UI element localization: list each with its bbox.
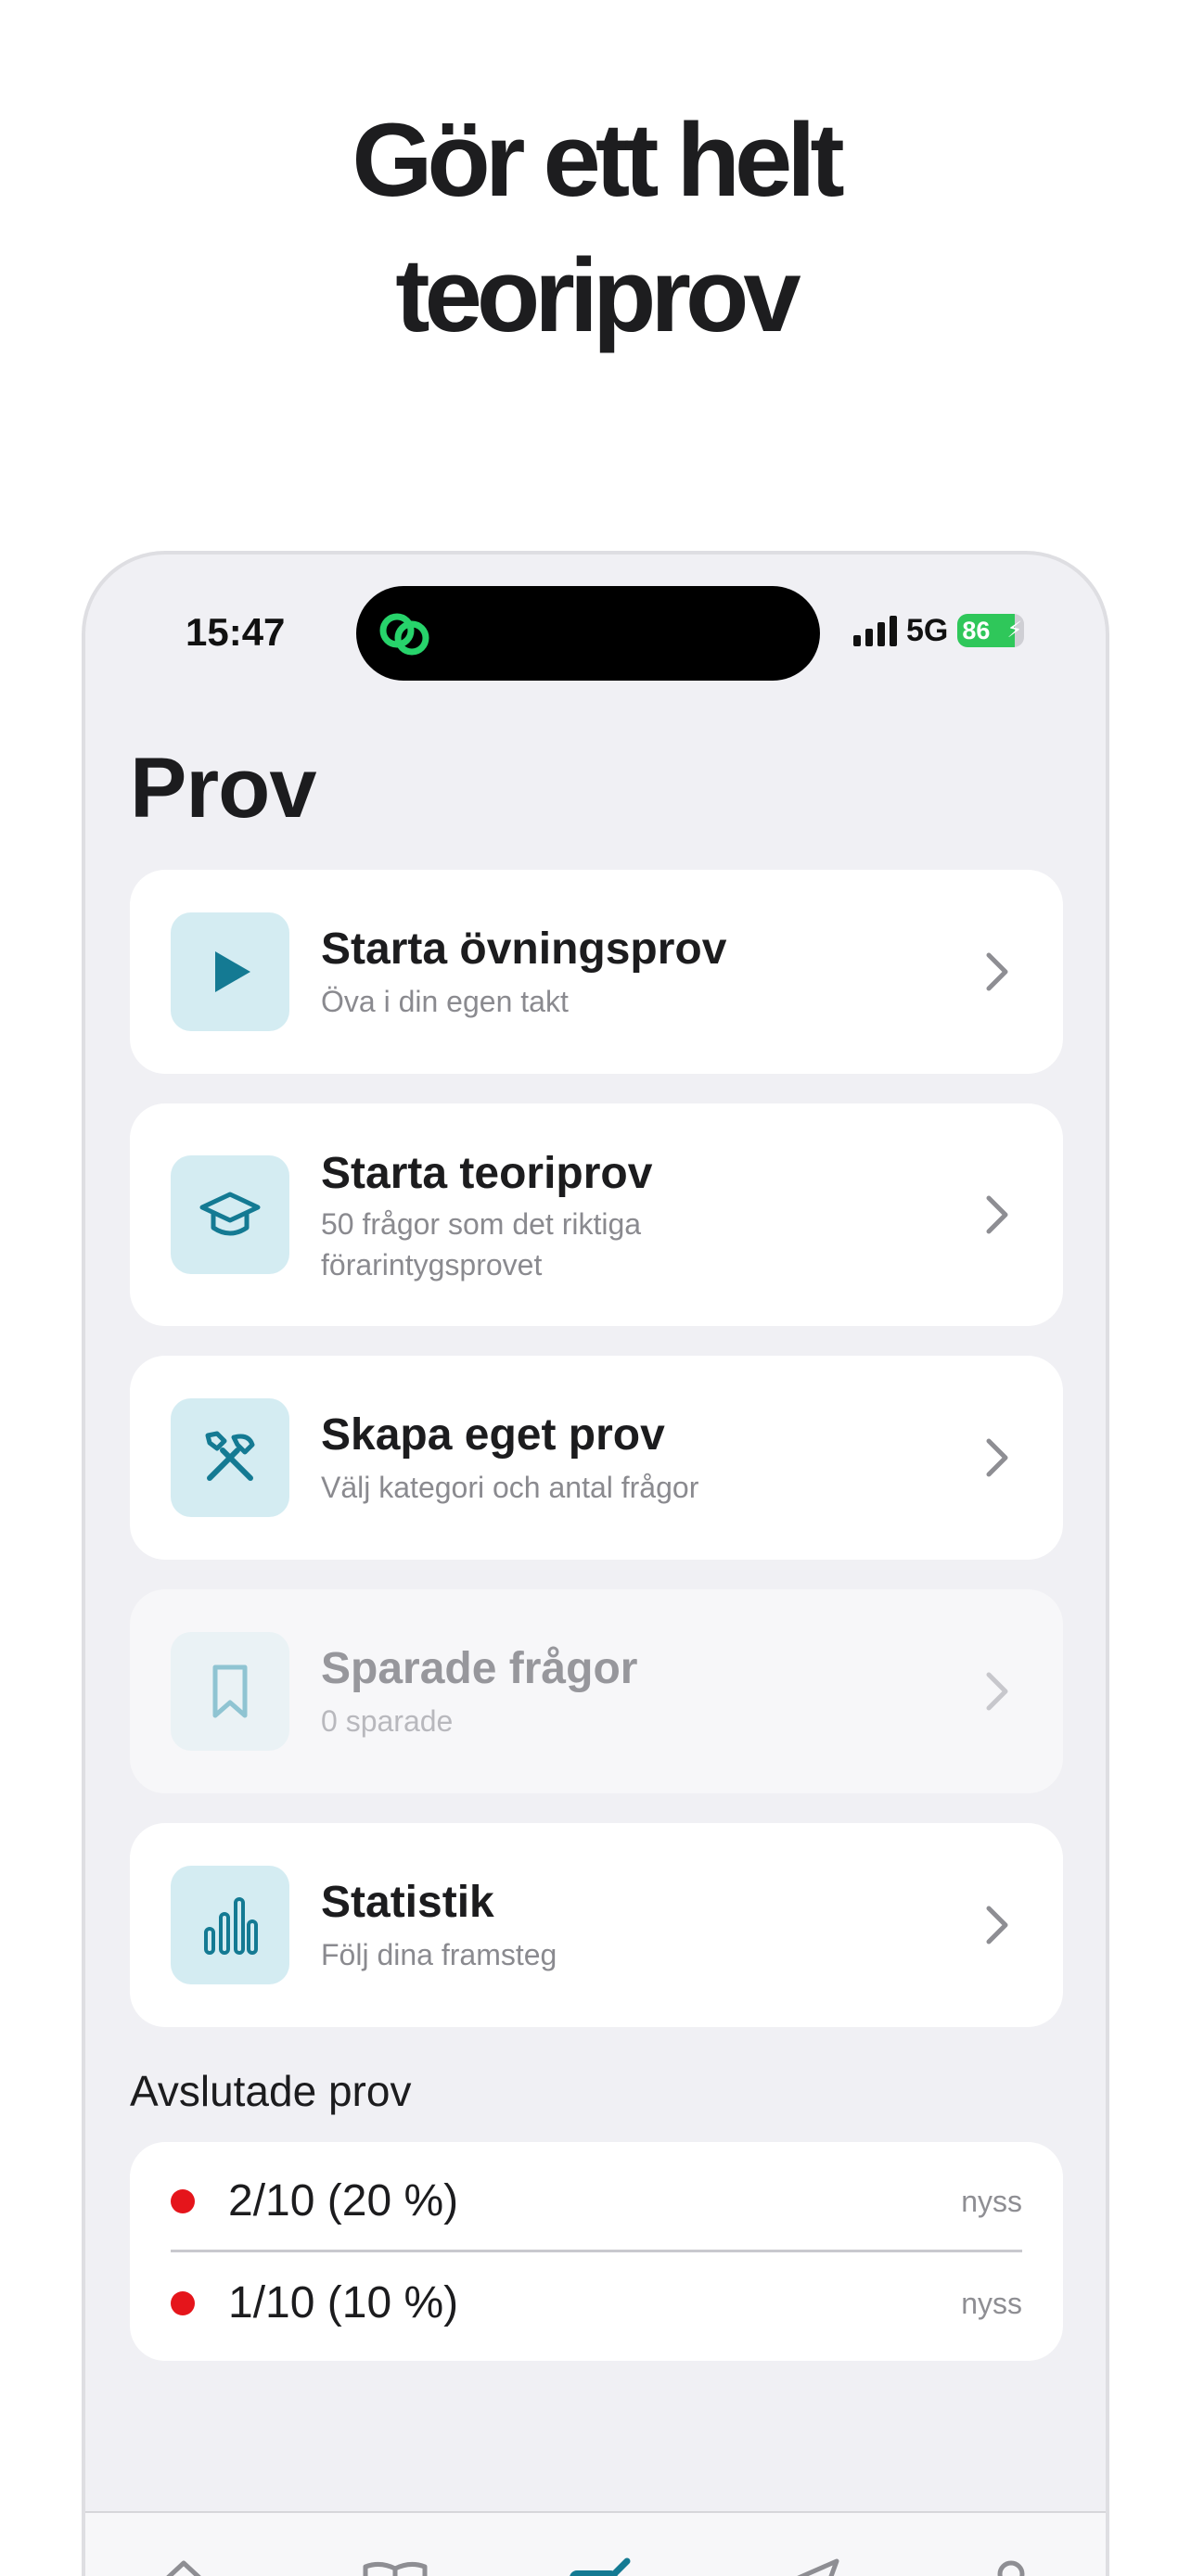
failed-dot-icon	[171, 2291, 195, 2315]
edit-icon[interactable]	[562, 2550, 636, 2576]
page-title: Prov	[130, 741, 317, 835]
signal-icon	[853, 615, 897, 646]
status-indicators: 5G 86 ⚡	[853, 612, 1025, 649]
card-subtitle: 50 frågor som det riktiga förarintygspro…	[321, 1207, 642, 1282]
battery-icon: 86 ⚡	[957, 614, 1025, 647]
book-icon[interactable]	[358, 2550, 432, 2576]
exam-score: 2/10 (20 %)	[228, 2176, 459, 2225]
chevron-right-icon	[986, 1906, 1008, 1945]
tab-bar	[85, 2511, 1106, 2576]
card-title: Statistik	[321, 1878, 494, 1927]
card-custom-exam[interactable]: Skapa eget prov Välj kategori och antal …	[130, 1356, 1063, 1560]
charging-bolt-icon: ⚡	[1006, 618, 1023, 643]
card-subtitle: Öva i din egen takt	[321, 985, 569, 1018]
card-title: Skapa eget prov	[321, 1410, 665, 1460]
card-saved-questions: Sparade frågor 0 sparade	[130, 1589, 1063, 1793]
home-icon[interactable]	[147, 2550, 221, 2576]
tools-icon	[171, 1398, 289, 1517]
play-icon	[171, 912, 289, 1031]
bar-chart-icon	[171, 1866, 289, 1984]
card-title: Starta teoriprov	[321, 1149, 653, 1198]
exam-score: 1/10 (10 %)	[228, 2278, 459, 2327]
completed-exams-heading: Avslutade prov	[130, 2067, 412, 2115]
card-subtitle: 0 sparade	[321, 1704, 454, 1738]
failed-dot-icon	[171, 2189, 195, 2213]
chevron-right-icon	[986, 1438, 1008, 1477]
list-item[interactable]: 2/10 (20 %) nyss	[171, 2149, 1022, 2251]
promo-headline: Gör ett helt teoriprov	[0, 93, 1191, 363]
card-subtitle: Välj kategori och antal frågor	[321, 1471, 699, 1504]
network-label: 5G	[906, 612, 949, 648]
promo-line-2: teoriprov	[395, 237, 800, 353]
completed-exams-list: 2/10 (20 %) nyss 1/10 (10 %) nyss	[130, 2142, 1063, 2361]
chevron-right-icon	[986, 1195, 1008, 1234]
list-item[interactable]: 1/10 (10 %) nyss	[171, 2251, 1022, 2353]
phone-frame: 15:47 5G 86 ⚡ Prov Starta övningsprov Öv…	[82, 551, 1109, 2576]
graduation-cap-icon	[171, 1155, 289, 1274]
card-theory-exam[interactable]: Starta teoriprov 50 frågor som det rikti…	[130, 1103, 1063, 1326]
exam-time: nyss	[961, 2185, 1022, 2218]
dynamic-island	[356, 586, 820, 681]
card-title: Sparade frågor	[321, 1644, 638, 1693]
card-statistics[interactable]: Statistik Följ dina framsteg	[130, 1823, 1063, 2027]
card-practice-exam[interactable]: Starta övningsprov Öva i din egen takt	[130, 870, 1063, 1074]
card-subtitle: Följ dina framsteg	[321, 1938, 557, 1971]
bookmark-icon	[171, 1632, 289, 1751]
chevron-right-icon	[986, 1672, 1008, 1711]
profile-icon[interactable]	[974, 2550, 1048, 2576]
exam-time: nyss	[961, 2287, 1022, 2320]
link-app-icon	[379, 613, 429, 656]
promo-line-1: Gör ett helt	[352, 102, 844, 218]
send-icon[interactable]	[770, 2550, 844, 2576]
chevron-right-icon	[986, 952, 1008, 991]
status-time: 15:47	[186, 610, 286, 654]
card-title: Starta övningsprov	[321, 925, 727, 974]
battery-level: 86	[962, 617, 991, 644]
